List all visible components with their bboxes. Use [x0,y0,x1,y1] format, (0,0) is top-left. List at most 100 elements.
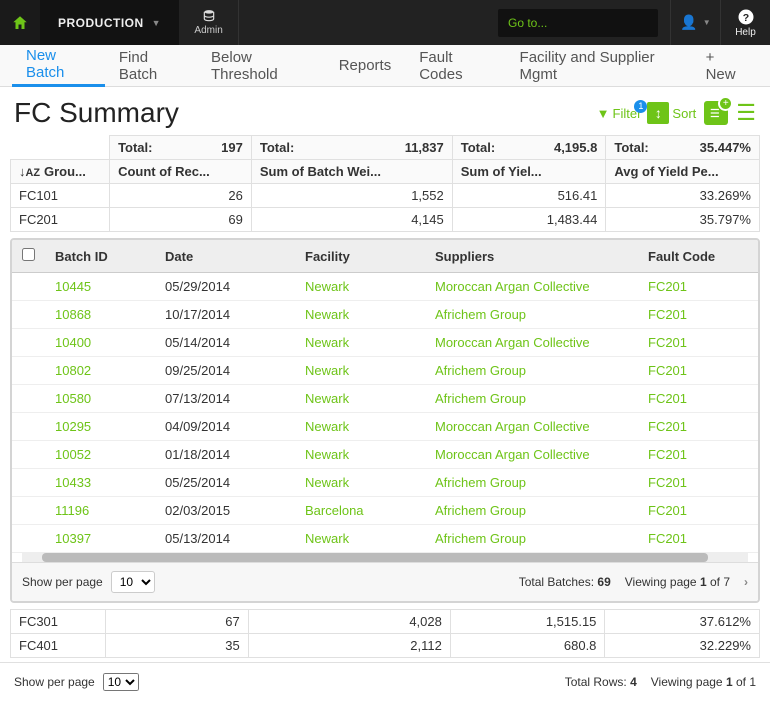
tab-below-threshold[interactable]: Below Threshold [197,45,325,87]
user-icon: 👤 [680,14,697,31]
chevron-down-icon: ▼ [703,18,711,27]
supplier-link[interactable]: Moroccan Argan Collective [425,273,638,301]
tab-fault-codes[interactable]: Fault Codes [405,45,505,87]
cell-date: 05/29/2014 [155,273,295,301]
cell-date: 05/25/2014 [155,469,295,497]
cell-date: 02/03/2015 [155,497,295,525]
supplier-link[interactable]: Africhem Group [425,497,638,525]
col-suppliers[interactable]: Suppliers [425,240,638,273]
facility-link[interactable]: Newark [295,357,425,385]
table-row[interactable]: 1040005/14/2014NewarkMoroccan Argan Coll… [12,329,758,357]
supplier-link[interactable]: Africhem Group [425,385,638,413]
batch-id-link[interactable]: 11196 [45,497,155,525]
facility-link[interactable]: Newark [295,329,425,357]
user-menu[interactable]: 👤 ▼ [670,0,720,45]
filter-button[interactable]: ▼ Filter [597,106,642,121]
fault-code-link[interactable]: FC201 [638,497,758,525]
show-per-page-label: Show per page [22,575,103,589]
summary-row[interactable]: FC401 35 2,112 680.8 32.229% [11,634,760,658]
fault-code-link[interactable]: FC201 [638,385,758,413]
batch-id-link[interactable]: 10580 [45,385,155,413]
facility-link[interactable]: Newark [295,413,425,441]
tab-new-batch[interactable]: New Batch [12,45,105,87]
facility-link[interactable]: Newark [295,301,425,329]
facility-link[interactable]: Newark [295,441,425,469]
environment-label: PRODUCTION [58,16,144,30]
supplier-link[interactable]: Africhem Group [425,301,638,329]
table-row[interactable]: 1086810/17/2014NewarkAfrichem GroupFC201 [12,301,758,329]
batch-id-link[interactable]: 10052 [45,441,155,469]
admin-button[interactable]: Admin [179,0,239,45]
fault-code-link[interactable]: FC201 [638,301,758,329]
batch-id-link[interactable]: 10445 [45,273,155,301]
tabs-bar: New Batch Find Batch Below Threshold Rep… [0,45,770,87]
help-button[interactable]: ? Help [720,0,770,45]
horizontal-scrollbar[interactable] [22,553,748,562]
supplier-link[interactable]: Africhem Group [425,469,638,497]
batch-id-link[interactable]: 10400 [45,329,155,357]
batch-id-link[interactable]: 10433 [45,469,155,497]
tab-facility-supplier[interactable]: Facility and Supplier Mgmt [506,45,692,87]
home-button[interactable] [0,0,40,45]
select-all-checkbox[interactable] [22,248,35,261]
fault-code-link[interactable]: FC201 [638,357,758,385]
batch-id-link[interactable]: 10295 [45,413,155,441]
batch-id-link[interactable]: 10802 [45,357,155,385]
supplier-link[interactable]: Africhem Group [425,357,638,385]
summary-row[interactable]: FC201 69 4,145 1,483.44 35.797% [11,208,760,232]
page-size-select[interactable]: 10 [111,571,155,593]
add-button[interactable] [704,101,728,125]
table-row[interactable]: 1044505/29/2014NewarkMoroccan Argan Coll… [12,273,758,301]
supplier-link[interactable]: Moroccan Argan Collective [425,441,638,469]
facility-link[interactable]: Barcelona [295,497,425,525]
sort-indicator-icon[interactable]: ↓AZ [19,164,40,179]
environment-dropdown[interactable]: PRODUCTION ▼ [40,0,179,45]
batch-id-link[interactable]: 10868 [45,301,155,329]
table-row[interactable]: 1058007/13/2014NewarkAfrichem GroupFC201 [12,385,758,413]
filter-icon: ▼ [597,106,610,121]
next-page-button[interactable]: › [744,575,748,589]
supplier-link[interactable]: Moroccan Argan Collective [425,329,638,357]
col-batch-id[interactable]: Batch ID [45,240,155,273]
fault-code-link[interactable]: FC201 [638,441,758,469]
svg-text:?: ? [742,11,748,23]
filter-label: Filter [613,106,642,121]
table-row[interactable]: 1039705/13/2014NewarkAfrichem GroupFC201 [12,525,758,553]
table-row[interactable]: 1029504/09/2014NewarkMoroccan Argan Coll… [12,413,758,441]
fault-code-link[interactable]: FC201 [638,525,758,553]
fault-code-link[interactable]: FC201 [638,273,758,301]
goto-search[interactable]: Go to... [498,9,658,37]
total-rows: Total Rows: 4 [565,675,637,689]
summary-header-row: ↓AZ Grou... Count of Rec... Sum of Batch… [11,160,760,184]
facility-link[interactable]: Newark [295,273,425,301]
cell-date: 05/13/2014 [155,525,295,553]
tab-find-batch[interactable]: Find Batch [105,45,197,87]
summary-row[interactable]: FC301 67 4,028 1,515.15 37.612% [11,610,760,634]
topbar: PRODUCTION ▼ Admin Go to... 👤 ▼ ? Help [0,0,770,45]
outer-footer: Show per page 10 Total Rows: 4 Viewing p… [0,662,770,701]
facility-link[interactable]: Newark [295,469,425,497]
menu-button[interactable]: ☰ [736,100,756,126]
facility-link[interactable]: Newark [295,525,425,553]
page-size-select-outer[interactable]: 10 [103,673,139,691]
supplier-link[interactable]: Africhem Group [425,525,638,553]
tab-new[interactable]: + New [692,45,758,87]
supplier-link[interactable]: Moroccan Argan Collective [425,413,638,441]
sort-button[interactable]: ↕ Sort [647,102,696,124]
table-row[interactable]: 1080209/25/2014NewarkAfrichem GroupFC201 [12,357,758,385]
batch-id-link[interactable]: 10397 [45,525,155,553]
table-row[interactable]: 1005201/18/2014NewarkMoroccan Argan Coll… [12,441,758,469]
fault-code-link[interactable]: FC201 [638,413,758,441]
home-icon [11,14,29,32]
table-row[interactable]: 1043305/25/2014NewarkAfrichem GroupFC201 [12,469,758,497]
col-facility[interactable]: Facility [295,240,425,273]
facility-link[interactable]: Newark [295,385,425,413]
page-heading-row: FC Summary ▼ Filter ↕ Sort ☰ [0,87,770,135]
fault-code-link[interactable]: FC201 [638,469,758,497]
col-fault-code[interactable]: Fault Code [638,240,758,273]
col-date[interactable]: Date [155,240,295,273]
summary-row[interactable]: FC101 26 1,552 516.41 33.269% [11,184,760,208]
fault-code-link[interactable]: FC201 [638,329,758,357]
tab-reports[interactable]: Reports [325,45,406,87]
table-row[interactable]: 1119602/03/2015BarcelonaAfrichem GroupFC… [12,497,758,525]
